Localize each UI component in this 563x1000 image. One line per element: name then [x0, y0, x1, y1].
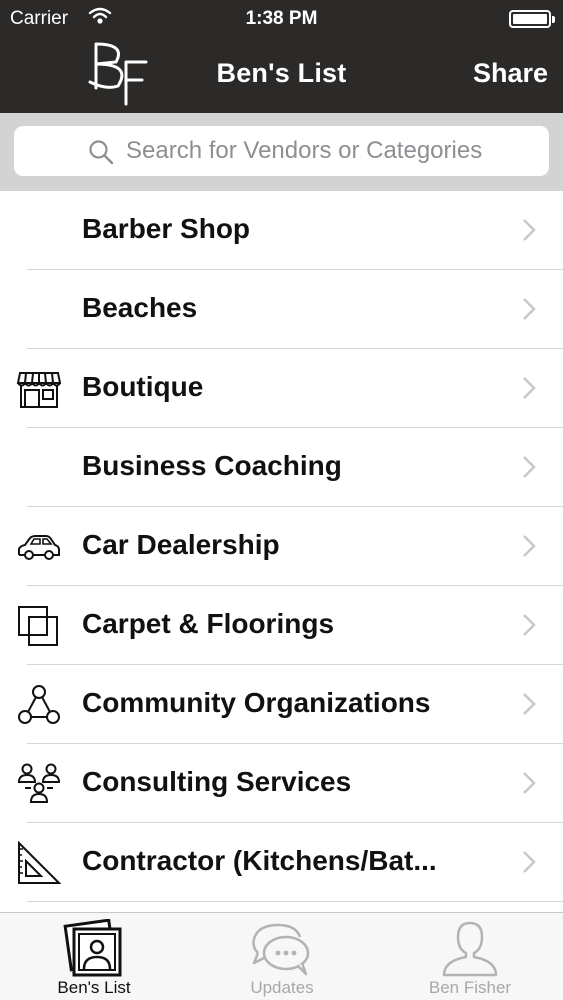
storefront-icon [16, 372, 62, 408]
nav-header: Carrier 1:38 PM Ben's List Share [0, 0, 563, 113]
tab-label: Ben Fisher [428, 978, 512, 997]
list-item[interactable]: Community Organizations [0, 665, 563, 744]
list-item[interactable]: Contractor (Kitchens/Bat... [0, 823, 563, 902]
people-icon [17, 763, 61, 803]
car-icon [18, 535, 60, 560]
chevron-right-icon [523, 614, 536, 636]
search-bar: Search for Vendors or Categories [0, 113, 563, 191]
search-input[interactable]: Search for Vendors or Categories [14, 126, 549, 176]
chevron-right-icon [523, 377, 536, 399]
list-item[interactable]: Business Coaching [0, 428, 563, 507]
category-list: Barber Shop Beaches Boutique Business Co… [0, 191, 563, 902]
chevron-right-icon [523, 219, 536, 241]
tab-bar: Ben's List Updates Ben Fisher [0, 912, 563, 1000]
status-time: 1:38 PM [245, 8, 318, 29]
list-item-label: Community Organizations [82, 687, 431, 718]
chevron-right-icon [523, 298, 536, 320]
squares-icon [18, 606, 58, 646]
chevron-right-icon [523, 851, 536, 873]
list-item[interactable]: Boutique [0, 349, 563, 428]
tab-updates[interactable]: Updates [188, 913, 376, 1000]
photos-icon [63, 919, 122, 977]
battery-icon [509, 10, 555, 28]
tab-profile[interactable]: Ben Fisher [376, 913, 563, 1000]
chevron-right-icon [523, 535, 536, 557]
list-item-label: Barber Shop [82, 213, 251, 244]
chat-bubbles-icon [252, 923, 310, 976]
list-item-label: Beaches [82, 292, 198, 323]
list-item-label: Boutique [82, 371, 204, 402]
divider [27, 901, 563, 902]
share-button[interactable]: Share [473, 58, 548, 89]
search-icon [89, 140, 114, 165]
list-item[interactable]: Carpet & Floorings [0, 586, 563, 665]
list-item[interactable]: Barber Shop [0, 191, 563, 270]
tab-label: Updates [250, 978, 314, 997]
list-item[interactable]: Beaches [0, 270, 563, 349]
list-item-label: Business Coaching [82, 450, 342, 481]
chevron-right-icon [523, 456, 536, 478]
network-icon [18, 685, 60, 724]
list-item[interactable]: Consulting Services [0, 744, 563, 823]
person-icon [442, 921, 498, 977]
tab-label: Ben's List [57, 978, 131, 997]
list-item[interactable]: Car Dealership [0, 507, 563, 586]
status-bar: Carrier 1:38 PM [0, 0, 563, 38]
set-square-icon [18, 841, 62, 884]
list-item-label: Car Dealership [82, 529, 280, 560]
list-item-label: Contractor (Kitchens/Bat... [82, 845, 437, 876]
tab-bens-list[interactable]: Ben's List [0, 913, 188, 1000]
chevron-right-icon [523, 772, 536, 794]
chevron-right-icon [523, 693, 536, 715]
list-item-label: Consulting Services [82, 766, 352, 797]
search-placeholder: Search for Vendors or Categories [126, 137, 483, 164]
list-item-label: Carpet & Floorings [82, 608, 335, 639]
